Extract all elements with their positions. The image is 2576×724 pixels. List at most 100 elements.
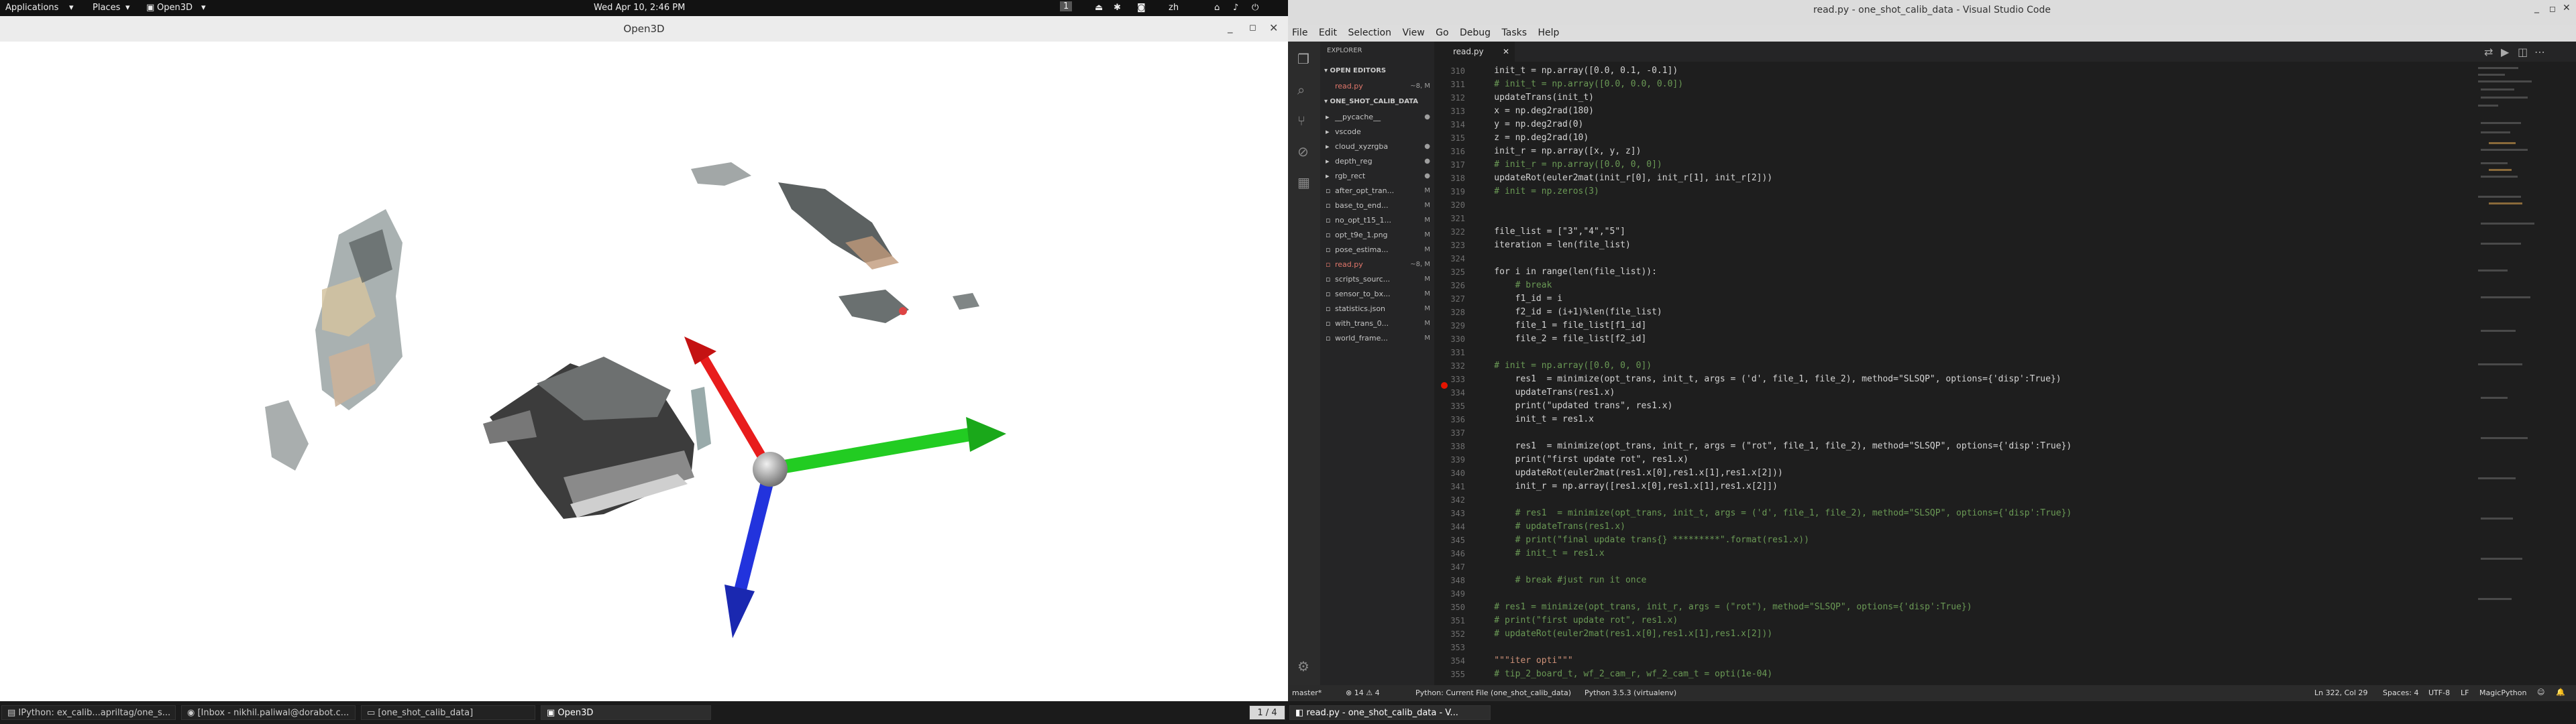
file-tree-item[interactable]: ▸ depth_reg ● (1320, 154, 1434, 169)
file-tree-item[interactable]: ▸ vscode (1320, 125, 1434, 139)
file-tree-item[interactable]: ▫ pose_estima... M (1320, 243, 1434, 257)
code-line[interactable]: init_r = np.array([x, y, z]) (1473, 145, 1641, 158)
file-tree-item[interactable]: ▫ with_trans_0... M (1320, 316, 1434, 331)
search-icon[interactable]: ⌕ (1297, 82, 1305, 98)
file-tree-item[interactable]: ▫ scripts_sourc... M (1320, 272, 1434, 287)
code-line[interactable]: # print("final update trans{} *********"… (1473, 534, 1809, 547)
run-icon[interactable]: ▶ (2501, 46, 2509, 58)
extensions-icon[interactable]: ▦ (1297, 174, 1310, 190)
code-line[interactable]: for i in range(len(file_list)): (1473, 265, 1657, 279)
git-branch[interactable]: master* (1292, 688, 1322, 697)
problems-count[interactable]: ⊗ 14 ⚠ 4 (1346, 688, 1380, 697)
camera-icon[interactable]: ◙ (1137, 3, 1146, 13)
code-line[interactable]: f2_id = (i+1)%len(file_list) (1473, 306, 1662, 319)
file-tree-item[interactable]: ▫ statistics.json M (1320, 302, 1434, 316)
code-line[interactable]: # tip_2_board_t, wf_2_cam_r, wf_2_cam_t … (1473, 668, 1772, 681)
file-tree-item[interactable]: ▸ rgb_rect ● (1320, 169, 1434, 184)
code-line[interactable]: # break #just run it once (1473, 574, 1647, 587)
close-icon[interactable]: ✕ (2563, 3, 2571, 13)
code-line[interactable]: iteration = len(file_list) (1473, 239, 1631, 252)
more-icon[interactable]: ⋯ (2534, 46, 2545, 58)
minimize-icon[interactable]: _ (2534, 3, 2539, 13)
bluetooth-icon[interactable]: ✱ (1114, 3, 1121, 13)
open-editor-read-py[interactable]: read.py ~8, M (1320, 79, 1434, 94)
menu-file[interactable]: File (1292, 27, 1307, 38)
places-menu[interactable]: Places (93, 3, 120, 13)
code-line[interactable]: # init = np.array([0.0, 0, 0]) (1473, 359, 1652, 373)
menu-tasks[interactable]: Tasks (1502, 27, 1527, 38)
point-cloud-viewport[interactable] (0, 42, 1288, 701)
folder-section[interactable]: ▾ ONE_SHOT_CALIB_DATA (1324, 98, 1418, 105)
file-tree-item[interactable]: ▫ after_opt_tran... M (1320, 184, 1434, 198)
workspace-indicator[interactable]: 1 (1060, 1, 1073, 11)
layout-icon[interactable]: ◫ (2518, 46, 2528, 58)
close-icon[interactable]: ✕ (1503, 42, 1509, 62)
code-line[interactable]: updateRot(euler2mat(res1.x[0],res1.x[1],… (1473, 467, 1783, 480)
code-line[interactable]: file_1 = file_list[f1_id] (1473, 319, 1647, 333)
bell-icon[interactable]: 🔔 (2556, 688, 2565, 697)
code-line[interactable]: # updateRot(euler2mat(res1.x[0],res1.x[1… (1473, 627, 1772, 641)
cursor-position[interactable]: Ln 322, Col 29 (2314, 688, 2368, 697)
files-icon[interactable]: ❐ (1297, 51, 1309, 67)
code-line[interactable]: updateTrans(init_t) (1473, 91, 1594, 105)
file-tree-item[interactable]: ▫ sensor_to_bx... M (1320, 287, 1434, 302)
code-line[interactable]: # init_t = np.array([0.0, 0.0, 0.0]) (1473, 78, 1683, 91)
code-line[interactable]: init_r = np.array([res1.x[0],res1.x[1],r… (1473, 480, 1778, 493)
code-line[interactable]: init_t = np.array([0.0, 0.1, -0.1]) (1473, 64, 1678, 78)
code-line[interactable]: file_2 = file_list[f2_id] (1473, 333, 1647, 346)
code-line[interactable]: # updateTrans(res1.x) (1473, 520, 1625, 534)
code-line[interactable]: # res1 = minimize(opt_trans, init_t, arg… (1473, 507, 2072, 520)
menu-help[interactable]: Help (1538, 27, 1559, 38)
menu-edit[interactable]: Edit (1319, 27, 1337, 38)
code-line[interactable]: # init = np.zeros(3) (1473, 185, 1599, 198)
file-tree-item[interactable]: ▫ base_to_end... M (1320, 198, 1434, 213)
language-mode[interactable]: MagicPython (2479, 688, 2526, 697)
maximize-icon[interactable]: ◻ (1249, 23, 1256, 33)
feedback-icon[interactable]: ☺ (2537, 688, 2544, 697)
volume-icon[interactable]: ♪ (1233, 3, 1238, 13)
minimap[interactable] (2475, 62, 2556, 631)
minimize-icon[interactable]: _ (1228, 21, 1233, 34)
taskbar-item-inbox[interactable]: ◉ [Inbox - nikhil.paliwal@dorabot.c... (181, 705, 356, 720)
open-editors-section[interactable]: ▾ OPEN EDITORS (1324, 67, 1386, 74)
debug-config[interactable]: Python: Current File (one_shot_calib_dat… (1415, 688, 1571, 697)
clock[interactable]: Wed Apr 10, 2:46 PM (594, 3, 685, 13)
code-line[interactable]: f1_id = i (1473, 292, 1562, 306)
breakpoint-icon[interactable] (1441, 382, 1448, 389)
file-tree-item[interactable]: ▸ __pycache__ ● (1320, 110, 1434, 125)
active-app-menu[interactable]: Open3D (157, 3, 193, 13)
menu-view[interactable]: View (1402, 27, 1424, 38)
code-line[interactable]: z = np.deg2rad(10) (1473, 131, 1589, 145)
input-language[interactable]: zh (1169, 3, 1179, 13)
code-line[interactable]: # init_r = np.array([0.0, 0, 0]) (1473, 158, 1662, 172)
source-control-icon[interactable]: ⑂ (1297, 113, 1305, 129)
display-icon[interactable]: ⏏ (1095, 3, 1103, 13)
menu-debug[interactable]: Debug (1460, 27, 1491, 38)
python-interpreter[interactable]: Python 3.5.3 (virtualenv) (1585, 688, 1676, 697)
close-icon[interactable]: ✕ (1269, 21, 1278, 34)
code-line[interactable]: res1 = minimize(opt_trans, init_t, args … (1473, 373, 2061, 386)
code-line[interactable]: res1 = minimize(opt_trans, init_r, args … (1473, 440, 2072, 453)
power-icon[interactable]: ⏻ (1252, 3, 1258, 13)
code-line[interactable]: """iter opti""" (1473, 654, 1572, 668)
workspace-pager[interactable]: 1 / 4 (1249, 705, 1285, 720)
debug-icon[interactable]: ⊘ (1297, 143, 1309, 160)
taskbar-item-open3d[interactable]: ▣ Open3D (541, 705, 711, 720)
code-line[interactable]: file_list = ["3","4","5"] (1473, 225, 1625, 239)
maximize-icon[interactable]: ◻ (2549, 4, 2556, 13)
applications-menu[interactable]: Applications (5, 3, 58, 13)
file-tree-item[interactable]: ▸ cloud_xyzrgba ● (1320, 139, 1434, 154)
code-line[interactable]: updateRot(euler2mat(init_r[0], init_r[1]… (1473, 172, 1772, 185)
taskbar-item-vscode[interactable]: ◧ read.py - one_shot_calib_data - V... (1289, 705, 1491, 720)
taskbar-item-ipython[interactable]: ▤ IPython: ex_calib...apriltag/one_s... (1, 705, 176, 720)
file-tree-item[interactable]: ▫ read.py ~8, M (1320, 257, 1434, 272)
menu-selection[interactable]: Selection (1348, 27, 1391, 38)
code-line[interactable]: # init_t = res1.x (1473, 547, 1605, 560)
network-icon[interactable]: ⌂ (1214, 3, 1220, 13)
tab-read-py[interactable]: read.py ✕ (1434, 42, 1515, 62)
encoding[interactable]: UTF-8 (2428, 688, 2450, 697)
code-line[interactable]: print("updated trans", res1.x) (1473, 400, 1673, 413)
code-line[interactable]: print("first update rot", res1.x) (1473, 453, 1688, 467)
menu-go[interactable]: Go (1436, 27, 1448, 38)
split-icon[interactable]: ⇄ (2484, 46, 2493, 58)
